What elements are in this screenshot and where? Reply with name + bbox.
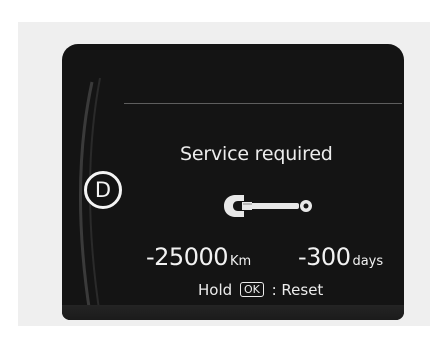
reset-instruction: Hold OK : Reset [198,280,323,300]
days-value: -300 [298,243,351,271]
reset-label: : Reset [271,281,324,299]
hold-label: Hold [198,281,233,299]
cluster-display: D Service required -25000 Km -300 days Hol… [62,44,404,320]
image-frame: D Service required -25000 Km -300 days Hol… [18,22,430,326]
service-title: Service required [180,143,333,165]
distance-unit: Km [230,254,252,269]
distance-value: -25000 [146,243,229,271]
divider-line [124,103,402,104]
bottom-band [62,305,404,320]
wrench-icon [224,195,312,217]
ok-key-icon: OK [239,282,264,297]
days-remaining: -300 days [298,243,383,276]
days-unit: days [352,254,384,269]
gear-indicator: D [84,171,122,209]
distance-remaining: -25000 Km [146,243,251,276]
